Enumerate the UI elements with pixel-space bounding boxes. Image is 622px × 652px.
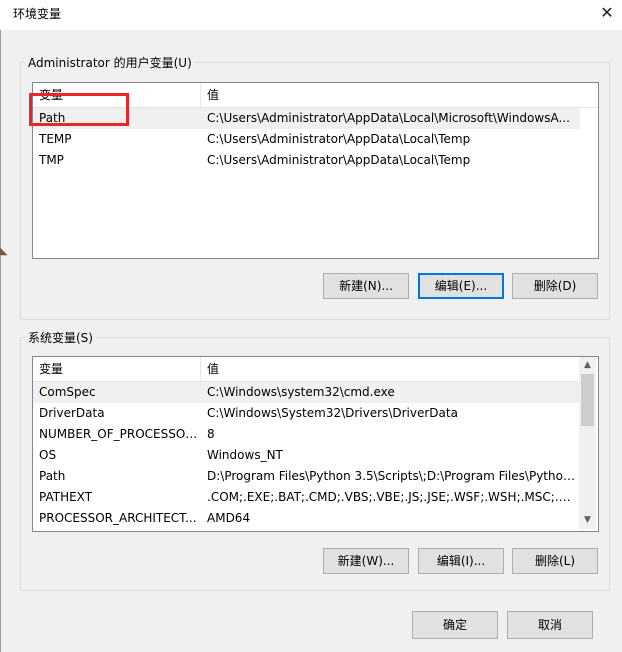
system-new-button[interactable]: 新建(W)... [323, 548, 409, 574]
system-var-row-os[interactable]: OS Windows_NT [33, 445, 579, 466]
system-var-row-pathext[interactable]: PATHEXT .COM;.EXE;.BAT;.CMD;.VBS;.VBE;.J… [33, 487, 579, 508]
window-left-edge [0, 30, 1, 652]
var-name: ComSpec [39, 385, 96, 399]
system-var-row-path[interactable]: Path D:\Program Files\Python 3.5\Scripts… [33, 466, 579, 487]
var-value: Windows_NT [207, 448, 283, 462]
var-value: C:\Users\Administrator\AppData\Local\Tem… [207, 153, 471, 167]
var-name: PROCESSOR_ARCHITECT... [39, 511, 197, 525]
var-name: PATHEXT [39, 490, 93, 504]
var-value: AMD64 [207, 511, 251, 525]
var-name: TEMP [39, 132, 72, 146]
user-edit-button[interactable]: 编辑(E)... [418, 273, 504, 299]
scroll-thumb[interactable] [581, 374, 594, 426]
var-name: NUMBER_OF_PROCESSORS [39, 427, 199, 441]
user-new-button[interactable]: 新建(N)... [323, 273, 409, 299]
system-vars-header: 变量 值 [33, 357, 579, 382]
var-name: Path [39, 469, 66, 483]
var-value: C:\Windows\system32\cmd.exe [207, 385, 395, 399]
var-value: 8 [207, 427, 215, 441]
system-vars-scrollbar[interactable]: ▲ ▼ [579, 357, 596, 529]
column-header-variable[interactable]: 变量 [33, 357, 201, 381]
system-var-row-number-of-processors[interactable]: NUMBER_OF_PROCESSORS 8 [33, 424, 579, 445]
ok-button[interactable]: 确定 [412, 611, 498, 639]
system-vars-list[interactable]: 变量 值 ComSpec C:\Windows\system32\cmd.exe… [32, 356, 599, 532]
var-value: D:\Program Files\Python 3.5\Scripts\;D:\… [207, 469, 575, 483]
system-edit-button[interactable]: 编辑(I)... [418, 548, 504, 574]
cancel-button[interactable]: 取消 [507, 611, 593, 639]
system-vars-label: 系统变量(S) [25, 329, 96, 346]
var-value: .COM;.EXE;.BAT;.CMD;.VBS;.VBE;.JS;.JSE;.… [207, 490, 575, 504]
close-icon[interactable]: ✕ [597, 2, 617, 24]
system-var-row-driverdata[interactable]: DriverData C:\Windows\System32\Drivers\D… [33, 403, 579, 424]
title-bar: 环境变量 ✕ [0, 0, 622, 30]
background-fragment: ◣ [0, 246, 8, 257]
column-header-value[interactable]: 值 [201, 357, 579, 381]
scroll-down-icon[interactable]: ▼ [579, 512, 596, 529]
column-header-value[interactable]: 值 [201, 83, 598, 107]
var-name: DriverData [39, 406, 105, 420]
user-vars-label: Administrator 的用户变量(U) [25, 54, 195, 71]
system-var-row-processor-architecture[interactable]: PROCESSOR_ARCHITECT... AMD64 [33, 508, 579, 529]
var-name: OS [39, 448, 57, 462]
var-name: TMP [39, 153, 64, 167]
var-value: C:\Users\Administrator\AppData\Local\Mic… [207, 111, 570, 125]
scroll-up-icon[interactable]: ▲ [579, 357, 596, 374]
window-title: 环境变量 [13, 7, 62, 21]
user-delete-button[interactable]: 删除(D) [512, 273, 598, 299]
user-var-row-tmp[interactable]: TMP C:\Users\Administrator\AppData\Local… [33, 150, 580, 171]
system-var-row-comspec[interactable]: ComSpec C:\Windows\system32\cmd.exe [33, 382, 579, 403]
user-var-row-temp[interactable]: TEMP C:\Users\Administrator\AppData\Loca… [33, 129, 580, 150]
path-highlight-box [29, 93, 129, 126]
var-value: C:\Users\Administrator\AppData\Local\Tem… [207, 132, 471, 146]
system-delete-button[interactable]: 删除(L) [512, 548, 598, 574]
var-value: C:\Windows\System32\Drivers\DriverData [207, 406, 458, 420]
